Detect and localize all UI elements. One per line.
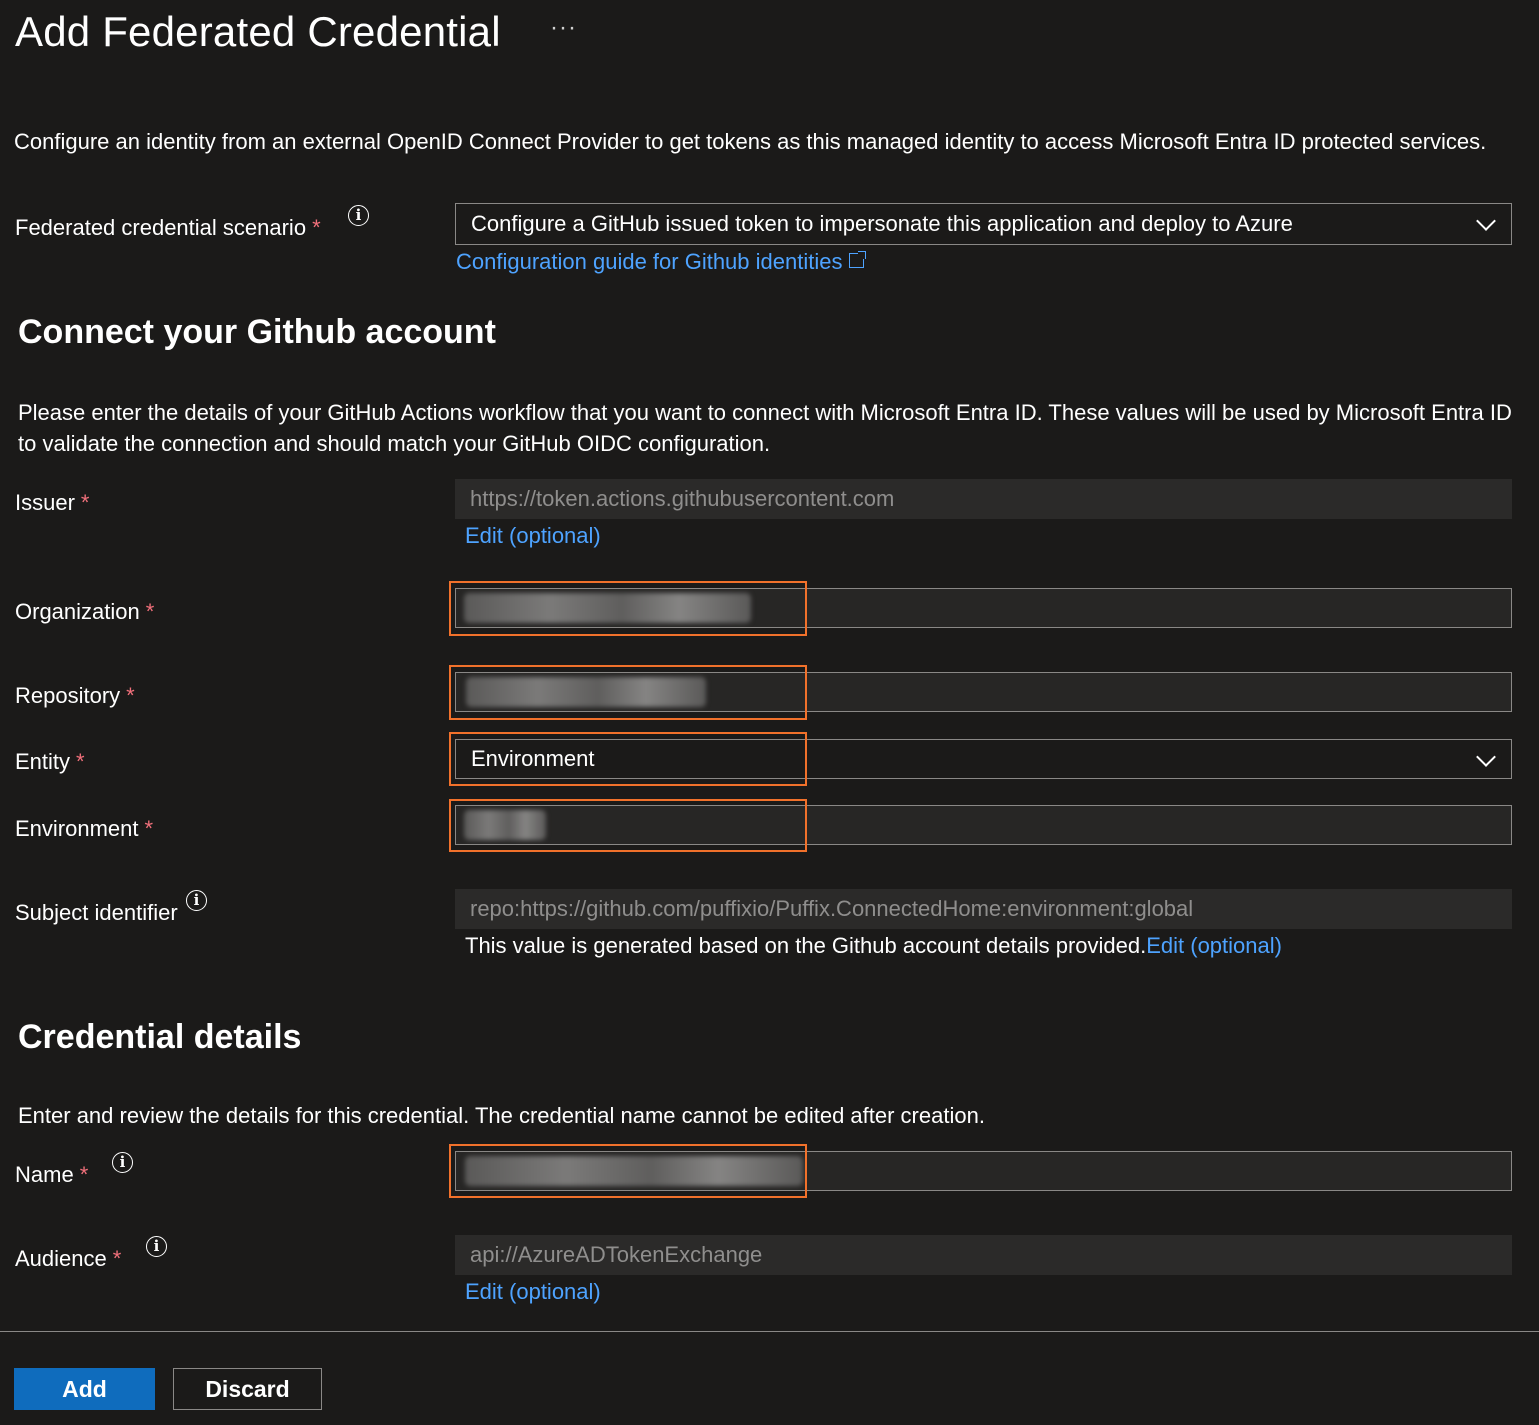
required-marker: * xyxy=(145,599,155,624)
github-description: Please enter the details of your GitHub … xyxy=(18,400,1512,456)
scenario-select[interactable]: Configure a GitHub issued token to imper… xyxy=(455,203,1512,245)
issuer-label: Issuer * xyxy=(15,490,90,515)
highlight-box xyxy=(449,581,807,636)
name-label: Name * xyxy=(15,1162,89,1187)
more-options-button[interactable]: ··· xyxy=(550,14,577,42)
subject-identifier-field: repo:https://github.com/puffixio/Puffix.… xyxy=(455,889,1512,929)
github-section-heading: Connect your Github account xyxy=(18,313,496,351)
audience-edit-link[interactable]: Edit (optional) xyxy=(465,1279,601,1305)
required-marker: * xyxy=(144,816,154,841)
required-marker: * xyxy=(112,1246,122,1271)
highlight-box xyxy=(449,1144,807,1198)
audience-label: Audience * xyxy=(15,1246,122,1271)
credential-section-heading: Credential details xyxy=(18,1018,302,1056)
highlight-box xyxy=(449,732,807,786)
required-marker: * xyxy=(79,1162,89,1187)
audience-info-icon[interactable]: i xyxy=(146,1236,167,1257)
issuer-field: https://token.actions.githubusercontent.… xyxy=(455,479,1512,519)
name-info-icon[interactable]: i xyxy=(112,1152,133,1173)
subject-identifier-label: Subject identifier xyxy=(15,900,178,925)
subject-info-icon[interactable]: i xyxy=(186,890,207,911)
highlight-box xyxy=(449,799,807,852)
repository-label: Repository * xyxy=(15,683,135,708)
external-link-icon xyxy=(849,251,867,268)
environment-label: Environment * xyxy=(15,816,154,841)
discard-button[interactable]: Discard xyxy=(173,1368,322,1410)
configuration-guide-link[interactable]: Configuration guide for Github identitie… xyxy=(456,249,867,275)
required-marker: * xyxy=(312,215,321,240)
chevron-down-icon xyxy=(1476,747,1496,767)
highlight-box xyxy=(449,665,807,720)
subject-helper: This value is generated based on the Git… xyxy=(465,933,1282,958)
subject-edit-link[interactable]: Edit (optional) xyxy=(1146,933,1282,958)
page-title: Add Federated Credential xyxy=(15,8,501,55)
required-marker: * xyxy=(76,749,85,774)
scenario-info-icon[interactable]: i xyxy=(348,205,369,226)
add-button[interactable]: Add xyxy=(14,1368,155,1410)
organization-label: Organization * xyxy=(15,599,155,624)
required-marker: * xyxy=(126,683,135,708)
chevron-down-icon xyxy=(1476,211,1496,231)
scenario-label: Federated credential scenario * xyxy=(15,215,321,240)
required-marker: * xyxy=(80,490,90,515)
footer-divider xyxy=(0,1331,1539,1332)
credential-description: Enter and review the details for this cr… xyxy=(18,1103,985,1128)
audience-field: api://AzureADTokenExchange xyxy=(455,1235,1512,1275)
intro-description: Configure an identity from an external O… xyxy=(14,129,1487,154)
entity-label: Entity * xyxy=(15,749,85,774)
issuer-edit-link[interactable]: Edit (optional) xyxy=(465,523,601,549)
